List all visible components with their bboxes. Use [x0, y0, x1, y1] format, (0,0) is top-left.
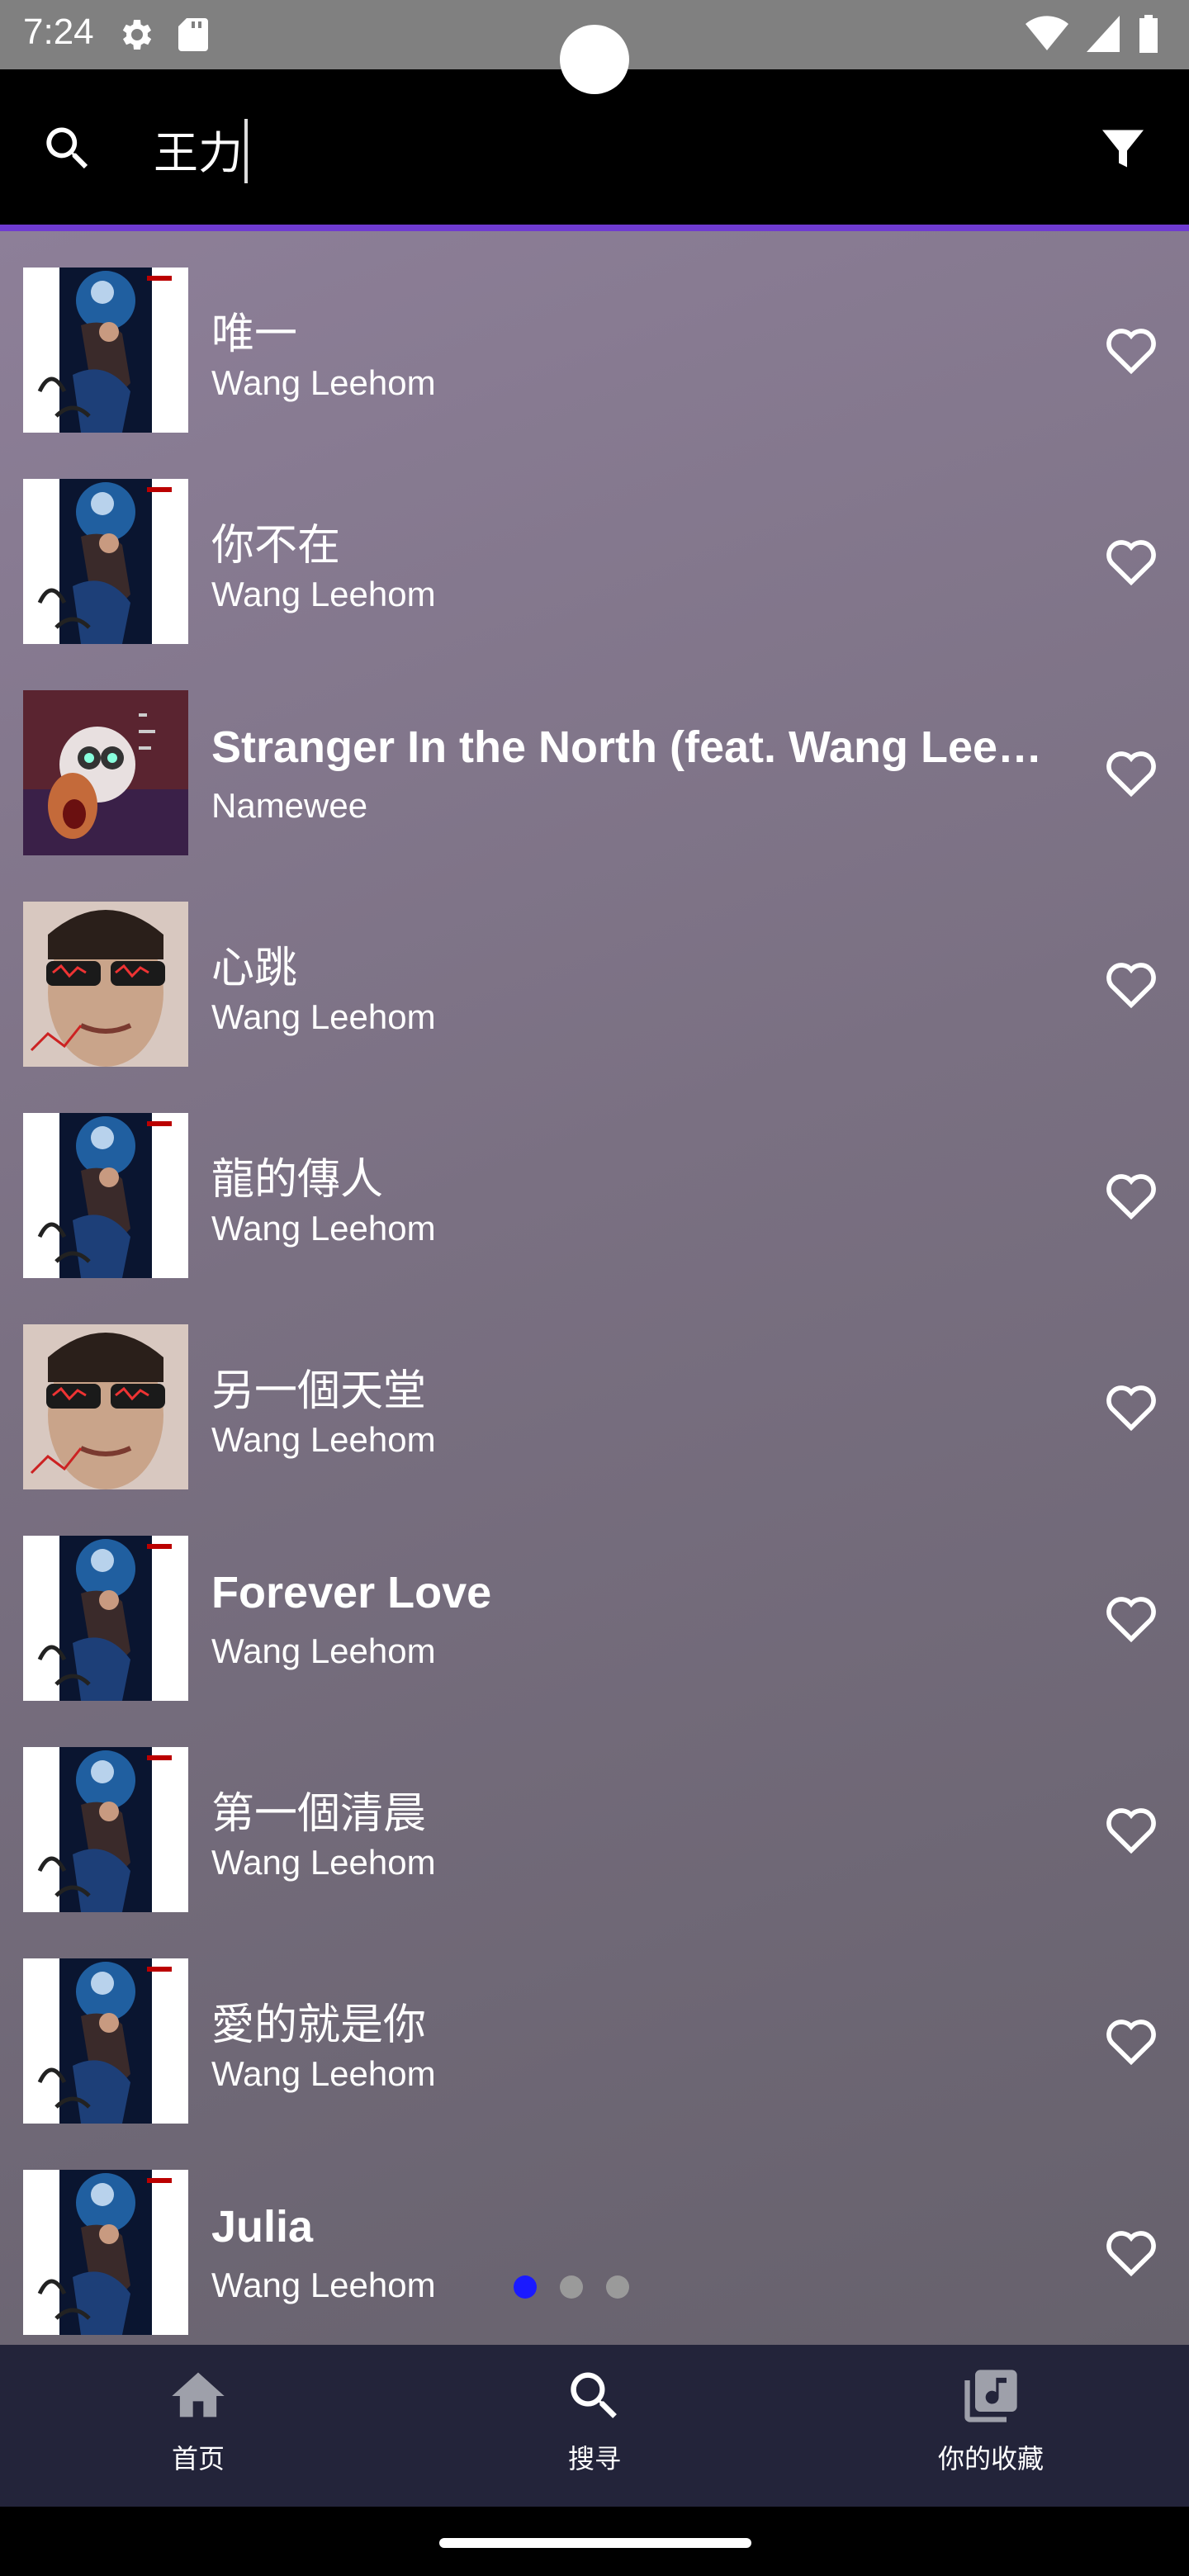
- nav-label-home: 首页: [171, 2443, 225, 2474]
- song-row[interactable]: Stranger In the North (feat. Wang Leehom…: [0, 656, 1189, 867]
- nav-item-home[interactable]: 首页: [74, 2365, 322, 2476]
- song-row[interactable]: 愛的就是你 Wang Leehom: [0, 1924, 1189, 2135]
- song-title: Forever Love: [211, 1568, 492, 1617]
- song-list: 唯一 Wang Leehom 你不在 Wang Leehom Stranger In t…: [0, 231, 1189, 2345]
- sd-card-icon: [175, 15, 211, 59]
- song-row[interactable]: 龍的傳人 Wang Leehom: [0, 1078, 1189, 1290]
- album-cover: [23, 479, 188, 644]
- pager-dot[interactable]: [514, 2275, 537, 2299]
- bottom-navigation: 首页 搜寻 你的收藏: [0, 2345, 1189, 2507]
- album-cover: [23, 1958, 188, 2124]
- filter-icon[interactable]: [1098, 124, 1148, 178]
- wifi-icon: [1026, 16, 1068, 56]
- favorite-heart-icon[interactable]: [1103, 324, 1159, 379]
- favorite-heart-icon[interactable]: [1103, 1803, 1159, 1859]
- favorite-heart-icon[interactable]: [1103, 535, 1159, 590]
- accent-divider: [0, 225, 1189, 231]
- nav-item-search[interactable]: 搜寻: [471, 2365, 718, 2476]
- signal-icon: [1087, 16, 1120, 56]
- nav-item-library[interactable]: 你的收藏: [867, 2365, 1115, 2476]
- song-artist: Wang Leehom: [211, 1420, 436, 1459]
- song-title: 龍的傳人: [211, 1155, 384, 1205]
- song-artist: Wang Leehom: [211, 2054, 436, 2093]
- song-title: 第一個清晨: [211, 1789, 427, 1839]
- text-cursor: [244, 119, 248, 183]
- search-input[interactable]: [154, 116, 1062, 182]
- favorite-heart-icon[interactable]: [1103, 958, 1159, 1013]
- favorite-heart-icon[interactable]: [1103, 746, 1159, 802]
- camera-cutout: [560, 25, 629, 94]
- pager-dot[interactable]: [606, 2275, 629, 2299]
- library-music-icon: [959, 2370, 1022, 2431]
- pager-dot[interactable]: [560, 2275, 583, 2299]
- album-cover: [23, 690, 188, 855]
- song-artist: Wang Leehom: [211, 575, 436, 613]
- song-artist: Wang Leehom: [211, 1631, 436, 1670]
- song-artist: Wang Leehom: [211, 1843, 436, 1882]
- favorite-heart-icon[interactable]: [1103, 1380, 1159, 1436]
- status-time: 7:24: [23, 12, 94, 52]
- song-row[interactable]: Julia Wang Leehom: [0, 2135, 1189, 2345]
- song-title: 你不在: [211, 521, 341, 571]
- song-row[interactable]: 心跳 Wang Leehom: [0, 867, 1189, 1078]
- settings-gear-icon: [116, 15, 155, 59]
- song-row[interactable]: 你不在 Wang Leehom: [0, 444, 1189, 656]
- song-artist: Wang Leehom: [211, 1209, 436, 1248]
- favorite-heart-icon[interactable]: [1103, 2226, 1159, 2281]
- home-gesture-handle[interactable]: [439, 2538, 751, 2548]
- album-cover: [23, 2170, 188, 2335]
- song-artist: Wang Leehom: [211, 2266, 436, 2304]
- song-artist: Wang Leehom: [211, 997, 436, 1036]
- nav-label-search: 搜寻: [567, 2443, 621, 2474]
- song-artist: Namewee: [211, 786, 368, 825]
- album-cover: [23, 1113, 188, 1278]
- album-cover: [23, 902, 188, 1067]
- favorite-heart-icon[interactable]: [1103, 1592, 1159, 1647]
- song-title: Julia: [211, 2202, 314, 2252]
- song-title: 另一個天堂: [211, 1366, 427, 1416]
- song-title: 唯一: [211, 310, 298, 359]
- album-cover: [23, 1747, 188, 1912]
- favorite-heart-icon[interactable]: [1103, 2015, 1159, 2070]
- nav-label-library: 你的收藏: [937, 2443, 1044, 2474]
- song-row[interactable]: Forever Love Wang Leehom: [0, 1501, 1189, 1712]
- song-title: Stranger In the North (feat. Wang Leehom…: [211, 722, 1062, 772]
- favorite-heart-icon[interactable]: [1103, 1169, 1159, 1224]
- search-icon: [563, 2372, 626, 2431]
- album-cover: [23, 1324, 188, 1489]
- battery-icon: [1138, 15, 1159, 57]
- home-icon: [167, 2372, 230, 2431]
- search-icon: [40, 121, 96, 181]
- song-row[interactable]: 另一個天堂 Wang Leehom: [0, 1290, 1189, 1501]
- song-title: 愛的就是你: [211, 2001, 427, 2050]
- song-title: 心跳: [211, 944, 298, 993]
- page-indicator: [514, 2275, 629, 2299]
- song-row[interactable]: 第一個清晨 Wang Leehom: [0, 1712, 1189, 1924]
- album-cover: [23, 1536, 188, 1701]
- song-artist: Wang Leehom: [211, 363, 436, 402]
- album-cover: [23, 268, 188, 433]
- song-row[interactable]: 唯一 Wang Leehom: [0, 233, 1189, 444]
